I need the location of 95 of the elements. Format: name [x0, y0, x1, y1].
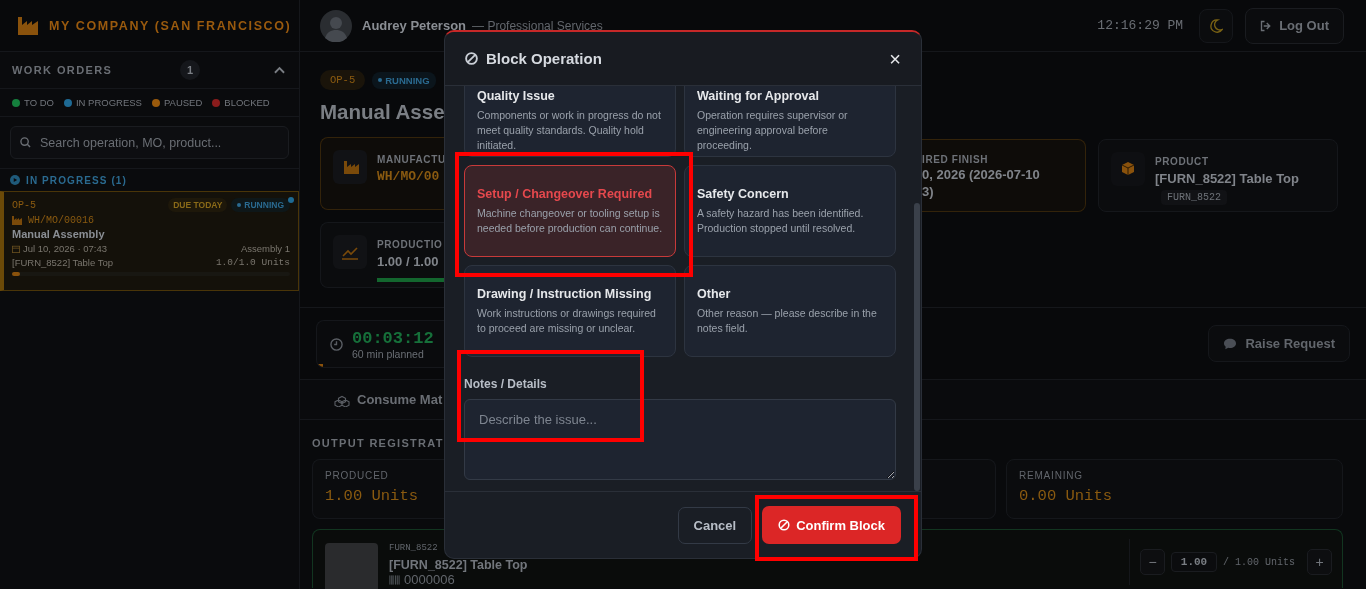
logout-button[interactable]: Log Out — [1245, 7, 1344, 44]
stat-value: 0.00 Units — [1019, 487, 1113, 505]
product-code-chip: FURN_8522 — [1161, 190, 1227, 205]
reason-option[interactable]: Safety Concern A safety hazard has been identified. Production stopped until resolved. — [684, 165, 896, 257]
product-name: [FURN_8522] Table Top — [12, 257, 114, 268]
elapsed-time: 00:03:12 — [352, 328, 434, 348]
ban-icon — [465, 52, 478, 65]
moon-icon — [1209, 18, 1224, 33]
stat-value: 1.00 Units — [325, 487, 419, 505]
live-dot — [288, 197, 294, 203]
work-order-card[interactable]: OP-5 DUE TODAY RUNNING WH/MO/00016 Manual Assembly Jul 10, 2026 · 07:43 Assembly 1 [FURN_8522] Table Top 1.0/1.0 Units — [0, 191, 299, 291]
quantity-total: / 1.00 Units — [1223, 556, 1295, 568]
clock-icon — [330, 337, 343, 351]
card-label: PRODUCT — [1155, 156, 1210, 167]
mo-number: WH/MO/00016 — [28, 215, 94, 226]
reason-description: Work instructions or drawings required to proceed are missing or unclear. — [477, 305, 657, 336]
cancel-button[interactable]: Cancel — [677, 506, 753, 544]
status-badge: RUNNING — [372, 71, 436, 89]
product-code: FURN_8522 — [389, 543, 439, 553]
reason-description: Components or work in progress do not meet quality standards. Quality hold initiated. — [477, 108, 662, 153]
quantity-field[interactable]: 1.00 — [1171, 552, 1217, 572]
group-label: IN PROGRESS (1) — [26, 174, 127, 186]
quantity: 1.0/1.0 Units — [215, 257, 290, 268]
reason-option[interactable]: Waiting for Approval Operation requires supervisor or engineering approval before proceeding. — [684, 86, 896, 157]
calendar-icon — [12, 244, 20, 253]
company-name: MY COMPANY (SAN FRANCISCO) — [49, 18, 292, 33]
due-badge: DUE TODAY — [168, 198, 228, 212]
finish-date: 3) — [922, 184, 935, 199]
status-badge: RUNNING — [231, 198, 290, 212]
increase-button[interactable]: + — [1307, 549, 1332, 575]
order-name: Manual Assembly — [12, 228, 106, 240]
raise-request-button[interactable]: Raise Request — [1208, 325, 1350, 362]
count-badge: 1 — [180, 60, 200, 80]
product-name: [FURN_8522] Table Top — [1155, 171, 1299, 186]
mo-number: WH/MO/00 — [377, 169, 441, 184]
section-title: WORK ORDERS — [12, 64, 114, 76]
legend-label: IN PROGRESS — [75, 97, 142, 108]
chevron-icon[interactable] — [274, 66, 285, 74]
stat-label: REMAINING — [1019, 470, 1084, 481]
barcode-number: 0000006 — [404, 572, 455, 587]
dialog-title: Block Operation — [486, 50, 603, 67]
factory-icon — [18, 16, 38, 35]
chat-bubble-icon — [1223, 337, 1238, 350]
factory-icon — [12, 216, 22, 225]
avatar — [320, 9, 352, 42]
logout-icon — [1260, 19, 1273, 32]
photo-placeholder — [325, 543, 378, 589]
reason-title: Quality Issue — [477, 89, 556, 103]
search-icon — [20, 137, 31, 148]
theme-toggle-button[interactable] — [1199, 8, 1234, 43]
reason-description: Other reason — please describe in the notes field. — [697, 305, 878, 336]
reason-description: A safety hazard has been identified. Production stopped until resolved. — [697, 205, 865, 236]
reason-option[interactable]: Quality Issue Components or work in progress do not meet quality standards. Quality hold initiated. — [464, 86, 676, 157]
order-date: Jul 10, 2026 · 07:43 — [23, 243, 107, 254]
legend-label: PAUSED — [163, 97, 203, 108]
reason-option[interactable]: Other Other reason — please describe in the notes field. — [684, 265, 896, 357]
operation-title: Manual Asse — [320, 100, 444, 124]
factory-icon — [333, 150, 367, 184]
product-name: [FURN_8522] Table Top — [389, 558, 528, 572]
production-value: 1.00 / 1.00 — [377, 254, 440, 269]
section-title: OUTPUT REGISTRAT — [312, 437, 444, 449]
finish-date: 0, 2026 (2026-07-10 — [922, 167, 1040, 182]
workcenter: Assembly 1 — [240, 243, 290, 254]
legend-label: TO DO — [24, 97, 54, 108]
search-field[interactable]: Search operation, MO, product... — [10, 126, 289, 159]
card-label: MANUFACTU — [377, 154, 444, 165]
reason-title: Setup / Changeover Required — [477, 186, 654, 201]
chart-icon — [333, 235, 367, 269]
legend-label: BLOCKED — [224, 97, 270, 108]
user-role: — Professional Services — [472, 18, 603, 33]
decrease-button[interactable]: − — [1140, 549, 1165, 575]
reason-option[interactable]: Setup / Changeover Required Machine changeover or tooling setup is needed before production can continue. — [464, 165, 676, 257]
reason-option[interactable]: Drawing / Instruction Missing Work instructions or drawings required to proceed are missing or unclear. — [464, 265, 676, 357]
card-label: PRODUCTIO — [377, 239, 444, 250]
planned-time: 60 min planned — [352, 347, 425, 360]
reason-title: Other — [697, 286, 732, 301]
confirm-block-button[interactable]: Confirm Block — [762, 506, 901, 544]
card-label: IRED FINISH — [922, 154, 990, 165]
reason-title: Drawing / Instruction Missing — [477, 286, 653, 301]
stat-label: PRODUCED — [325, 470, 390, 481]
close-button[interactable]: × — [889, 48, 901, 69]
consume-materials-tab[interactable]: Consume Mat — [334, 392, 443, 407]
barcode-icon — [389, 574, 400, 585]
reason-title: Waiting for Approval — [697, 89, 820, 103]
reason-description: Machine changeover or tooling setup is needed before production can continue. — [477, 205, 663, 236]
operation-code: OP-5 — [12, 199, 37, 211]
user-name: Audrey Peterson — [362, 18, 467, 33]
reason-title: Safety Concern — [697, 186, 790, 201]
status-badge: OP-5 — [320, 70, 366, 90]
reason-description: Operation requires supervisor or engineering approval before proceeding. — [697, 108, 849, 153]
clock: 12:16:29 PM — [1097, 18, 1184, 33]
field-label: Notes / Details — [464, 377, 548, 391]
notes-field[interactable]: Describe the issue... — [464, 399, 896, 480]
play-circle-icon — [10, 175, 20, 185]
ban-icon — [778, 519, 791, 531]
